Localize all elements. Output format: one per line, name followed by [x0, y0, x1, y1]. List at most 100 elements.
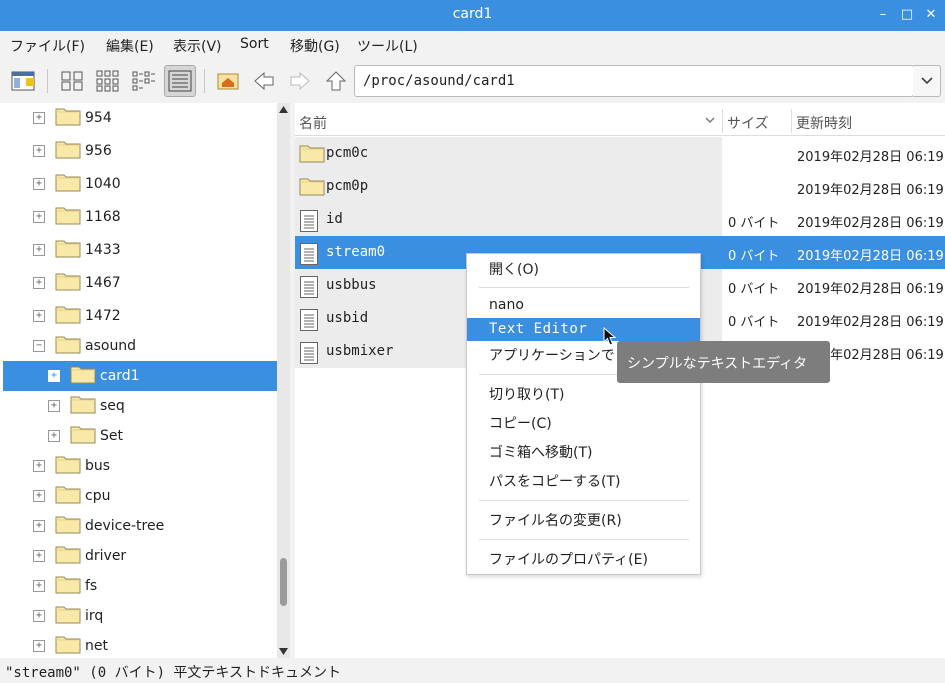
- folder-icon: [299, 143, 329, 167]
- tree-item-label: 1040: [85, 176, 121, 192]
- up-arrow-icon[interactable]: [320, 65, 352, 97]
- tree-item-cpu[interactable]: + cpu: [0, 481, 277, 511]
- tree-item-954[interactable]: +954: [0, 103, 277, 133]
- expander-icon[interactable]: +: [33, 211, 45, 223]
- expander-icon[interactable]: +: [33, 640, 45, 652]
- forward-arrow-icon[interactable]: [284, 65, 316, 97]
- toolbar: /proc/asound/card1: [0, 59, 945, 103]
- menu-cut[interactable]: 切り取り(T): [467, 384, 700, 407]
- menu-view[interactable]: 表示(V): [173, 36, 222, 56]
- expander-icon[interactable]: +: [33, 460, 45, 472]
- tree-item-label: 1467: [85, 275, 121, 291]
- menu-file[interactable]: ファイル(F): [10, 36, 85, 56]
- expander-icon[interactable]: +: [33, 310, 45, 322]
- file-manager-window: card1 – □ ✕ ファイル(F) 編集(E) 表示(V) Sort 移動(…: [0, 0, 945, 683]
- folder-icon: [299, 176, 329, 200]
- tree-item-Set[interactable]: + Set: [0, 421, 277, 451]
- file-name: id: [326, 211, 343, 227]
- expander-icon[interactable]: +: [33, 520, 45, 532]
- text-file-icon: [299, 275, 319, 303]
- file-name: usbmixer: [326, 343, 394, 359]
- new-window-icon[interactable]: [8, 65, 40, 97]
- list-row[interactable]: id 0 バイト 2019年02月28日 06:19: [295, 203, 945, 236]
- file-name: pcm0p: [326, 178, 369, 194]
- column-size[interactable]: サイズ: [727, 113, 769, 133]
- column-modified[interactable]: 更新時刻: [796, 113, 852, 133]
- tree-item-irq[interactable]: + irq: [0, 601, 277, 631]
- menu-go[interactable]: 移動(G): [290, 36, 340, 56]
- expander-icon[interactable]: +: [33, 277, 45, 289]
- expander-icon[interactable]: +: [33, 550, 45, 562]
- expander-icon[interactable]: +: [33, 178, 45, 190]
- menu-copy-path[interactable]: パスをコピーする(T): [467, 471, 700, 494]
- tree-item-card1[interactable]: + card1: [3, 361, 277, 391]
- tree-item-1168[interactable]: +1168: [0, 202, 277, 232]
- folder-icon: [55, 106, 85, 130]
- tree-item-label: seq: [100, 398, 125, 414]
- folder-icon: [55, 604, 85, 628]
- thumbnail-view-icon[interactable]: [92, 65, 124, 97]
- minimize-button[interactable]: –: [873, 5, 893, 25]
- folder-icon: [55, 172, 85, 196]
- tree-item-1040[interactable]: +1040: [0, 169, 277, 199]
- compact-view-icon[interactable]: [128, 65, 160, 97]
- file-modified: 2019年02月28日 06:19: [797, 315, 944, 330]
- tree-item-label: bus: [85, 458, 111, 474]
- tree-scrollbar-thumb[interactable]: [280, 558, 287, 606]
- tree-scrollbar[interactable]: [277, 103, 290, 658]
- tree-item-bus[interactable]: + bus: [0, 451, 277, 481]
- expander-icon[interactable]: +: [33, 112, 45, 124]
- expander-icon[interactable]: +: [33, 244, 45, 256]
- title-bar[interactable]: card1 – □ ✕: [0, 0, 945, 31]
- icon-view-icon[interactable]: [56, 65, 88, 97]
- maximize-button[interactable]: □: [897, 5, 917, 25]
- tree-item-1472[interactable]: +1472: [0, 301, 277, 331]
- menu-text-editor[interactable]: Text Editor: [467, 318, 700, 341]
- path-input[interactable]: /proc/asound/card1: [354, 65, 914, 97]
- expander-icon[interactable]: +: [33, 145, 45, 157]
- menu-rename[interactable]: ファイル名の変更(R): [467, 510, 700, 533]
- expander-icon[interactable]: −: [33, 340, 45, 352]
- menu-edit[interactable]: 編集(E): [106, 36, 154, 56]
- menu-trash[interactable]: ゴミ箱へ移動(T): [467, 442, 700, 465]
- menu-properties[interactable]: ファイルのプロパティ(E): [467, 549, 700, 572]
- back-arrow-icon[interactable]: [248, 65, 280, 97]
- file-size: 0 バイト: [728, 315, 780, 330]
- home-icon[interactable]: [212, 65, 244, 97]
- tree-item-label: device-tree: [85, 518, 165, 534]
- menu-tools[interactable]: ツール(L): [357, 36, 418, 56]
- close-button[interactable]: ✕: [921, 5, 941, 25]
- window-title: card1: [452, 6, 493, 22]
- tree-item-label: Set: [100, 428, 123, 444]
- tree-item-label: card1: [100, 368, 140, 384]
- tree-item-fs[interactable]: + fs: [0, 571, 277, 601]
- column-name[interactable]: 名前: [299, 113, 327, 133]
- menu-nano[interactable]: nano: [467, 294, 700, 317]
- tree-item-device-tree[interactable]: + device-tree: [0, 511, 277, 541]
- tree-item-net[interactable]: + net: [0, 631, 277, 658]
- list-row[interactable]: pcm0p 2019年02月28日 06:19: [295, 170, 945, 203]
- menu-sort[interactable]: Sort: [240, 36, 269, 52]
- expander-icon[interactable]: +: [48, 370, 60, 382]
- detailed-list-view-icon[interactable]: [164, 65, 196, 97]
- expander-icon[interactable]: +: [48, 430, 60, 442]
- tree-item-seq[interactable]: + seq: [0, 391, 277, 421]
- file-size: 0 バイト: [728, 282, 780, 297]
- folder-icon: [55, 544, 85, 568]
- expander-icon[interactable]: +: [33, 490, 45, 502]
- tree-item-1467[interactable]: +1467: [0, 268, 277, 298]
- expander-icon[interactable]: +: [33, 580, 45, 592]
- folder-icon: [55, 574, 85, 598]
- tree-item-1433[interactable]: +1433: [0, 235, 277, 265]
- menu-copy[interactable]: コピー(C): [467, 413, 700, 436]
- file-name: stream0: [326, 244, 386, 260]
- expander-icon[interactable]: +: [33, 610, 45, 622]
- menu-open[interactable]: 開く(O): [467, 259, 700, 282]
- list-row[interactable]: pcm0c 2019年02月28日 06:19: [295, 137, 945, 170]
- tree-item-956[interactable]: +956: [0, 136, 277, 166]
- tree-item-asound[interactable]: − asound: [0, 331, 277, 361]
- file-modified: 2019年02月28日 06:19: [797, 150, 944, 165]
- chevron-down-icon[interactable]: [913, 65, 941, 97]
- tree-item-driver[interactable]: + driver: [0, 541, 277, 571]
- expander-icon[interactable]: +: [48, 400, 60, 412]
